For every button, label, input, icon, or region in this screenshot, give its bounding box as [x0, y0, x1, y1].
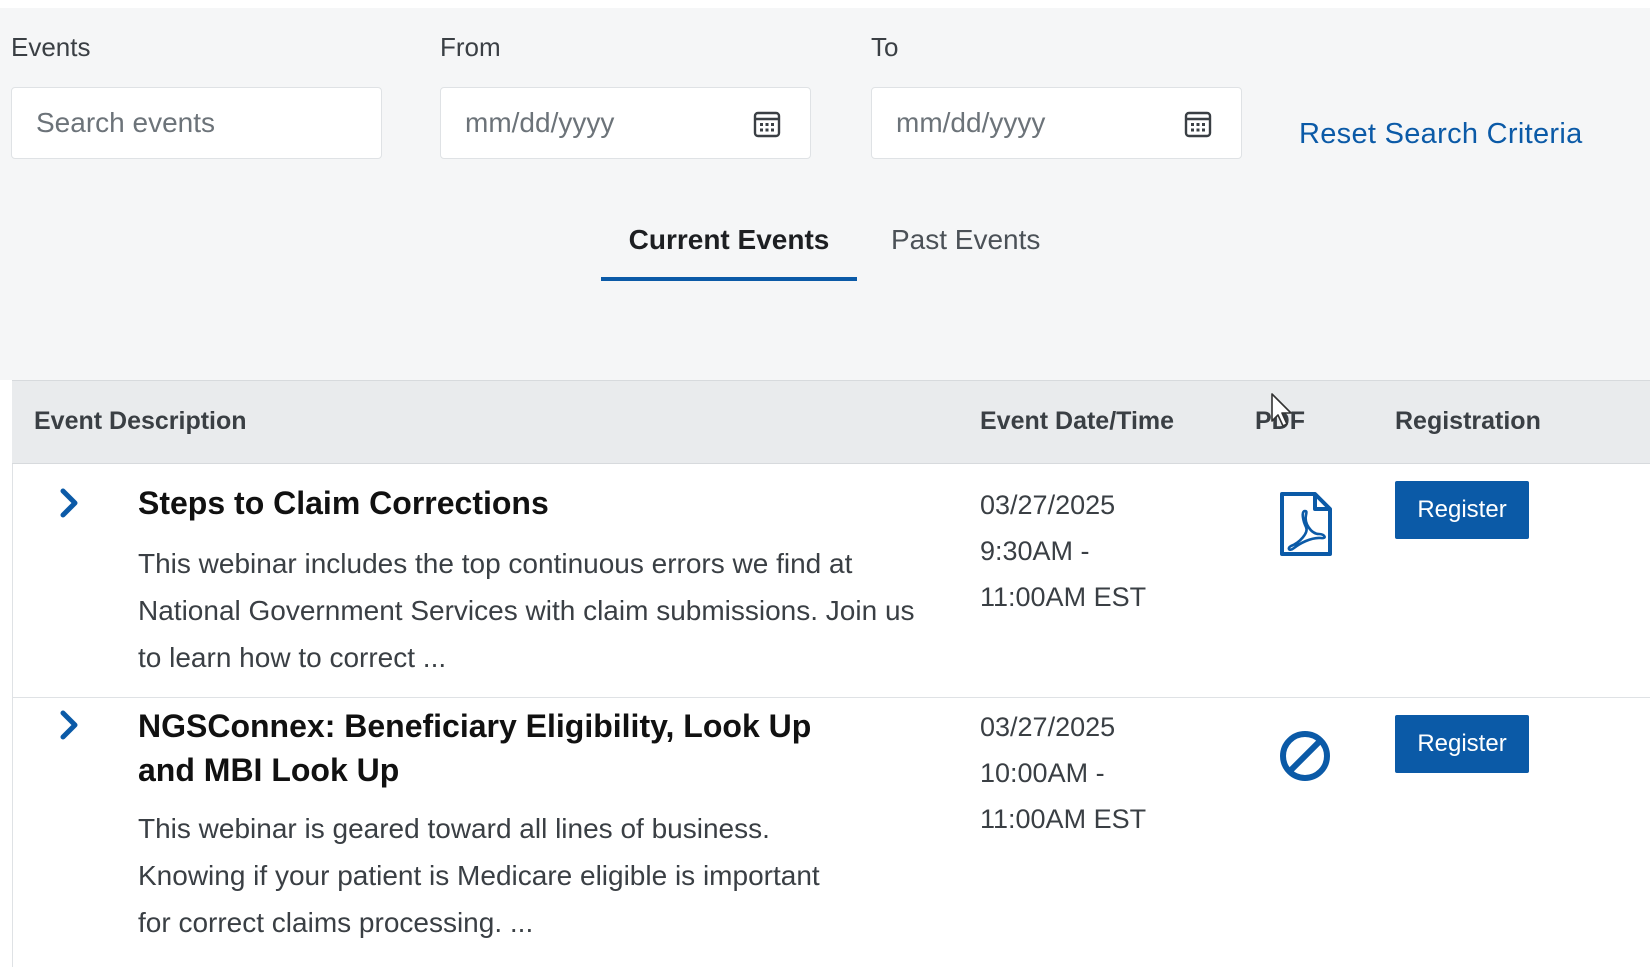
chevron-right-icon[interactable] [55, 708, 83, 742]
event-description: This webinar is geared toward all lines … [138, 813, 820, 938]
event-description: This webinar includes the top continuous… [138, 548, 915, 673]
tab-past-events[interactable]: Past Events [891, 224, 1040, 256]
reset-search-criteria-link[interactable]: Reset Search Criteria [1299, 118, 1583, 151]
from-date-label: From [440, 32, 501, 62]
table-header: Event Description Event Date/Time PDF Re… [12, 380, 1650, 464]
table-row: NGSConnex: Beneficiary Eligibility, Look… [12, 698, 1650, 967]
event-time-end: 11:00AM EST [980, 582, 1147, 612]
register-button[interactable]: Register [1395, 481, 1529, 539]
column-header-description: Event Description [34, 407, 247, 435]
event-date: 03/27/2025 [980, 712, 1116, 742]
chevron-right-icon[interactable] [55, 486, 83, 520]
pdf-file-icon[interactable] [1277, 491, 1335, 557]
event-time-start: 10:00AM - [980, 758, 1105, 788]
events-search-label: Events [11, 32, 91, 62]
event-title: NGSConnex: Beneficiary Eligibility, Look… [138, 708, 812, 788]
column-header-registration: Registration [1395, 407, 1541, 435]
search-panel [0, 8, 1650, 380]
register-button[interactable]: Register [1395, 715, 1529, 773]
events-search-input[interactable] [12, 88, 381, 158]
table-row: Steps to Claim Corrections This webinar … [12, 464, 1650, 698]
calendar-icon[interactable] [1183, 109, 1213, 139]
column-header-date-time: Event Date/Time [980, 407, 1175, 435]
tab-current-events[interactable]: Current Events [601, 224, 857, 256]
mouse-cursor-icon [1271, 393, 1292, 427]
to-date-label: To [871, 32, 899, 62]
event-title: Steps to Claim Corrections [138, 485, 549, 521]
calendar-icon[interactable] [752, 109, 782, 139]
event-time-end: 11:00AM EST [980, 804, 1147, 834]
to-date-field [871, 87, 1242, 159]
events-page: Events From To Reset Search Criteria Cur… [0, 0, 1650, 967]
event-date: 03/27/2025 [980, 490, 1116, 520]
events-search-field [11, 87, 382, 159]
event-time-start: 9:30AM - [980, 536, 1090, 566]
event-date-time: 03/27/2025 10:00AM - 11:00AM EST [980, 704, 1170, 842]
from-date-field [440, 87, 811, 159]
event-date-time: 03/27/2025 9:30AM - 11:00AM EST [980, 482, 1170, 620]
active-tab-indicator [601, 277, 857, 281]
not-available-icon [1280, 731, 1330, 781]
